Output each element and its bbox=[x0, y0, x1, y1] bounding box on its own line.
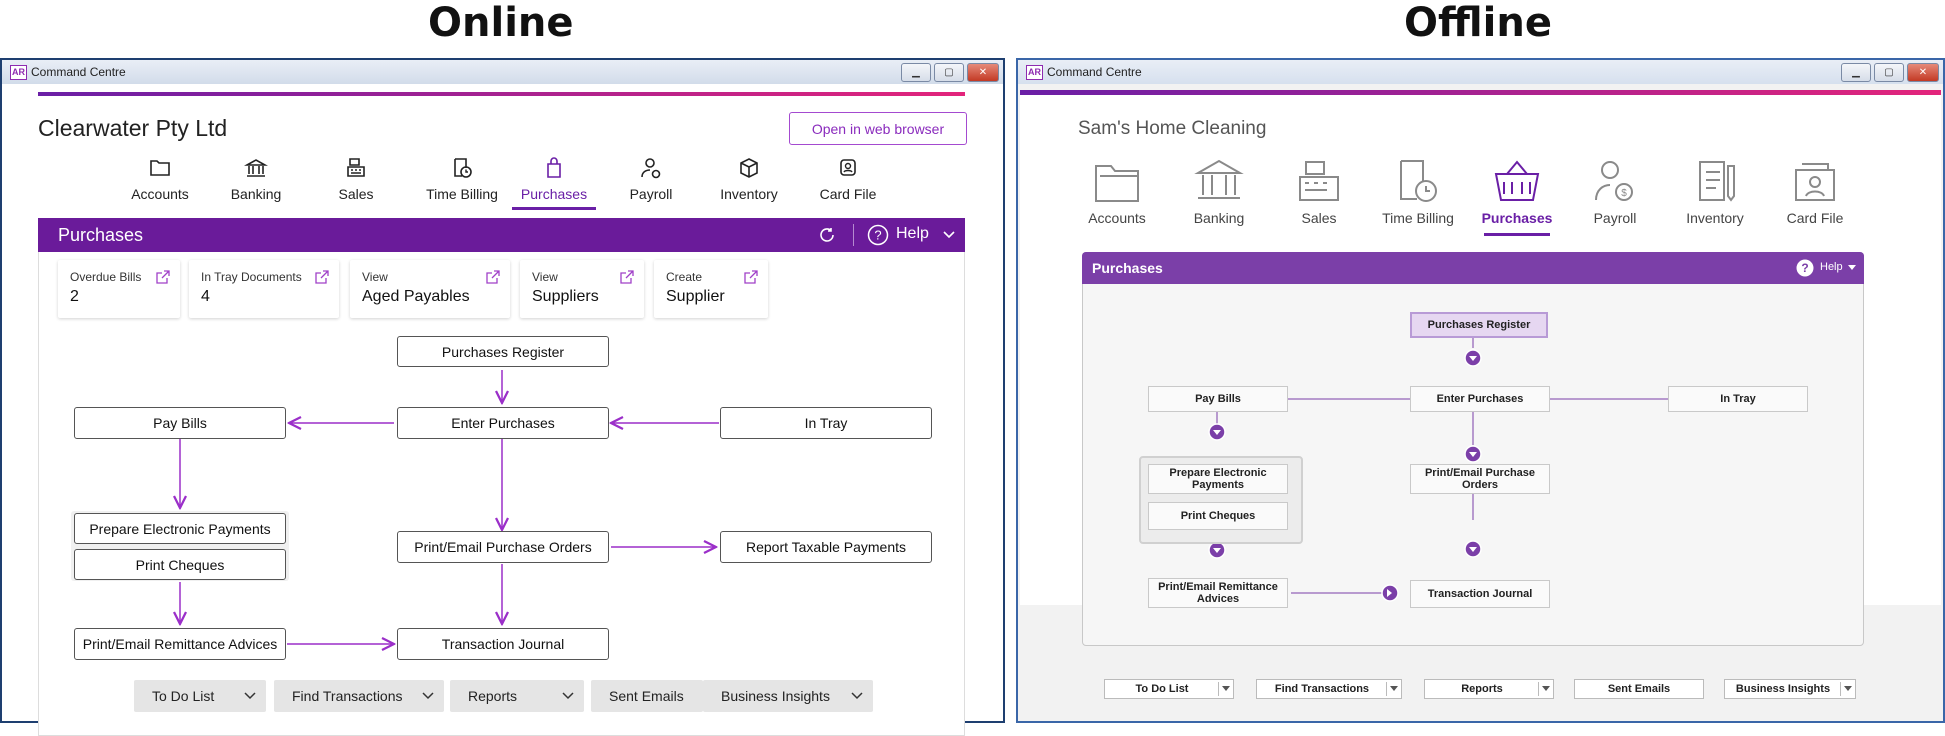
chevron-down-icon[interactable] bbox=[1390, 686, 1398, 692]
offline-panel-title: Offline bbox=[1404, 0, 1552, 46]
chevron-down-icon[interactable] bbox=[562, 691, 574, 701]
online-window: AR Command Centre ▁ ▢ ✕ Clearwater Pty L… bbox=[0, 58, 1005, 736]
chevron-down-icon[interactable] bbox=[1222, 686, 1230, 692]
purchases-register-button[interactable]: Purchases Register bbox=[1410, 312, 1548, 338]
chevron-down-icon[interactable] bbox=[851, 691, 863, 701]
prepare-electronic-payments-button[interactable]: Prepare Electronic Payments bbox=[1148, 464, 1288, 494]
print-email-purchase-orders-button[interactable]: Print/Email Purchase Orders bbox=[1410, 464, 1550, 494]
sent-emails-button[interactable]: Sent Emails bbox=[1574, 679, 1704, 699]
find-transactions-button[interactable]: Find Transactions bbox=[1256, 679, 1402, 699]
prepare-electronic-payments-button[interactable]: Prepare Electronic Payments bbox=[74, 513, 286, 544]
transaction-journal-button[interactable]: Transaction Journal bbox=[397, 628, 609, 660]
chevron-down-icon[interactable] bbox=[422, 691, 434, 701]
in-tray-button[interactable]: In Tray bbox=[720, 407, 932, 439]
print-cheques-button[interactable]: Print Cheques bbox=[74, 549, 286, 580]
online-flow-arrows bbox=[2, 370, 719, 721]
print-email-remittance-advices-button[interactable]: Print/Email Remittance Advices bbox=[1148, 578, 1288, 608]
chevron-down-icon[interactable] bbox=[1542, 686, 1550, 692]
to-do-list-button[interactable]: To Do List bbox=[134, 680, 266, 712]
find-transactions-button[interactable]: Find Transactions bbox=[274, 680, 444, 712]
pay-bills-button[interactable]: Pay Bills bbox=[1148, 386, 1288, 412]
business-insights-button[interactable]: Business Insights bbox=[703, 680, 873, 712]
reports-button[interactable]: Reports bbox=[1424, 679, 1554, 699]
offline-window: AR Command Centre ▁ ▢ ✕ Sam's Home Clean… bbox=[1016, 58, 1945, 723]
print-email-purchase-orders-button[interactable]: Print/Email Purchase Orders bbox=[397, 531, 609, 563]
enter-purchases-button[interactable]: Enter Purchases bbox=[1410, 386, 1550, 412]
to-do-list-button[interactable]: To Do List bbox=[1104, 679, 1234, 699]
reports-button[interactable]: Reports bbox=[450, 680, 584, 712]
purchases-register-button[interactable]: Purchases Register bbox=[397, 336, 609, 367]
in-tray-button[interactable]: In Tray bbox=[1668, 386, 1808, 412]
chevron-down-icon[interactable] bbox=[1844, 686, 1852, 692]
report-taxable-payments-button[interactable]: Report Taxable Payments bbox=[720, 531, 932, 563]
pay-bills-button[interactable]: Pay Bills bbox=[74, 407, 286, 439]
transaction-journal-button[interactable]: Transaction Journal bbox=[1410, 580, 1550, 608]
print-email-remittance-advices-button[interactable]: Print/Email Remittance Advices bbox=[74, 628, 286, 660]
business-insights-button[interactable]: Business Insights bbox=[1724, 679, 1856, 699]
sent-emails-button[interactable]: Sent Emails bbox=[591, 680, 703, 712]
print-cheques-button[interactable]: Print Cheques bbox=[1148, 502, 1288, 530]
enter-purchases-button[interactable]: Enter Purchases bbox=[397, 407, 609, 439]
chevron-down-icon[interactable] bbox=[244, 691, 256, 701]
online-panel-title: Online bbox=[428, 0, 574, 46]
